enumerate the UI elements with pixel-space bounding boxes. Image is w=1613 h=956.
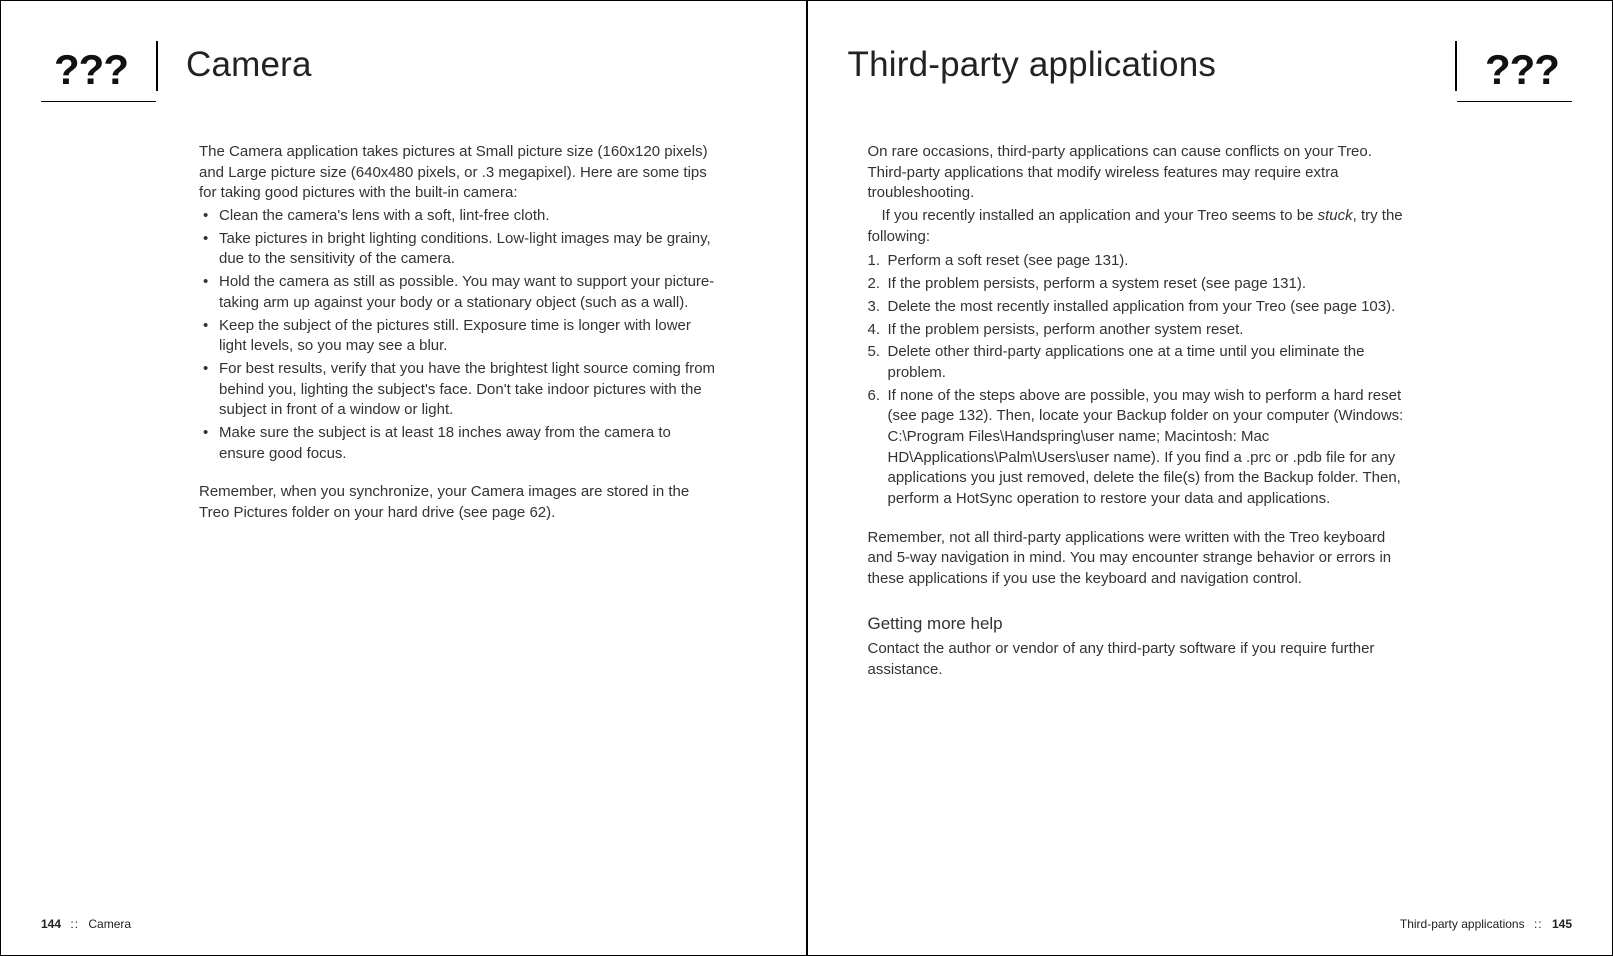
left-page: ??? Camera The Camera application takes … — [1, 1, 808, 955]
page-number: 145 — [1552, 917, 1572, 931]
right-page: Third-party applications ??? On rare occ… — [808, 1, 1613, 955]
right-body: On rare occasions, third-party applicati… — [808, 102, 1613, 681]
list-item: Delete other third-party applications on… — [868, 342, 1415, 383]
section-marker-icon: ??? — [1, 41, 156, 91]
list-item: Delete the most recently installed appli… — [868, 297, 1415, 318]
intro-paragraph: On rare occasions, third-party applicati… — [868, 142, 1415, 204]
tips-list: Clean the camera's lens with a soft, lin… — [199, 206, 716, 464]
footer-label: Third-party applications — [1400, 917, 1525, 931]
list-item: If none of the steps above are possible,… — [868, 386, 1415, 510]
page-title: Third-party applications — [848, 41, 1456, 85]
page-spread: ??? Camera The Camera application takes … — [0, 0, 1613, 956]
right-header: Third-party applications ??? — [808, 41, 1613, 101]
left-footer: 144 :: Camera — [41, 917, 131, 931]
list-item: Clean the camera's lens with a soft, lin… — [199, 206, 716, 227]
page-title: Camera — [158, 41, 312, 85]
list-item: Take pictures in bright lighting conditi… — [199, 229, 716, 270]
list-item: Perform a soft reset (see page 131). — [868, 251, 1415, 272]
subheading: Getting more help — [868, 612, 1415, 635]
list-item: For best results, verify that you have t… — [199, 359, 716, 421]
list-item: Make sure the subject is at least 18 inc… — [199, 423, 716, 464]
left-header: ??? Camera — [1, 41, 806, 101]
list-item: If the problem persists, perform another… — [868, 320, 1415, 341]
intro-paragraph-2: If you recently installed an application… — [868, 206, 1415, 247]
section-marker-icon: ??? — [1457, 41, 1612, 91]
emphasis: stuck — [1318, 207, 1353, 224]
list-item: If the problem persists, perform a syste… — [868, 274, 1415, 295]
outro-paragraph: Remember, not all third-party applicatio… — [868, 528, 1415, 590]
intro-paragraph: The Camera application takes pictures at… — [199, 142, 716, 204]
sub-body: Contact the author or vendor of any thir… — [868, 639, 1415, 680]
footer-separator: :: — [70, 917, 79, 931]
steps-list: Perform a soft reset (see page 131). If … — [868, 251, 1415, 509]
list-item: Keep the subject of the pictures still. … — [199, 316, 716, 357]
left-body: The Camera application takes pictures at… — [1, 102, 806, 524]
footer-separator: :: — [1534, 917, 1543, 931]
page-number: 144 — [41, 917, 61, 931]
right-footer: Third-party applications :: 145 — [1400, 917, 1572, 931]
text: If you recently installed an application… — [882, 207, 1318, 224]
outro-paragraph: Remember, when you synchronize, your Cam… — [199, 482, 716, 523]
footer-label: Camera — [88, 917, 131, 931]
list-item: Hold the camera as still as possible. Yo… — [199, 272, 716, 313]
